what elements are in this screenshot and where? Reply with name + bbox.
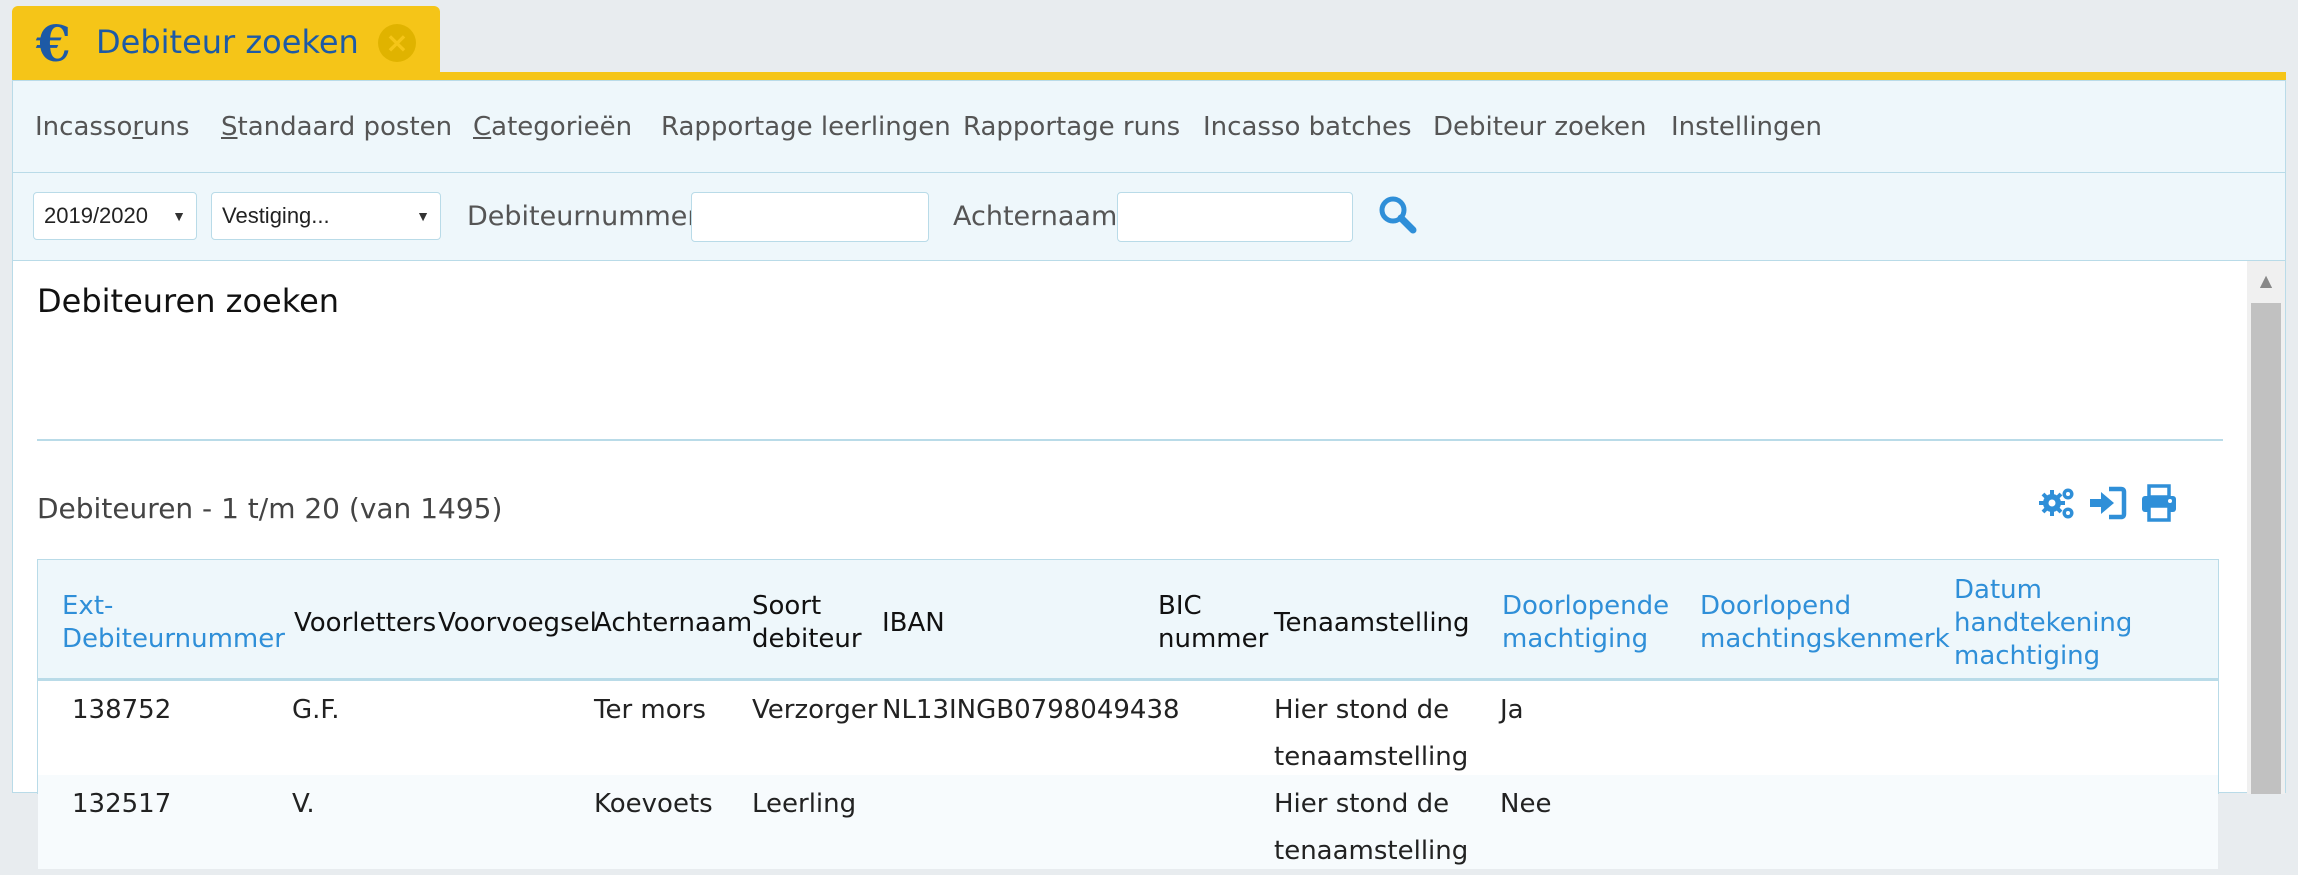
cell-soort-debiteur: Verzorger [752,695,878,725]
debtors-table: Ext- Debiteurnummer Voorletters Voorvoeg… [37,559,2219,869]
chevron-down-icon: ▼ [172,208,186,224]
scrollbar-thumb[interactable] [2251,303,2281,794]
page-title: Debiteuren zoeken [37,282,340,320]
print-icon[interactable] [2139,483,2179,523]
tab-debiteur-zoeken[interactable]: € Debiteur zoeken × [12,6,440,78]
menu-item-standaard-posten[interactable]: Standaard posten [221,109,452,145]
column-header-doorlopende-machtiging[interactable]: Doorlopende machtiging [1502,590,1669,656]
vertical-scrollbar[interactable]: ▲ [2247,261,2285,794]
menu-item-incasso-batches[interactable]: Incasso batches [1203,109,1412,145]
export-sign-in-icon[interactable] [2087,483,2127,523]
cell-iban: NL13INGB0798049438 [882,695,1180,725]
main-panel: Incassoruns Standaard posten Categorieën… [12,80,2286,869]
cell-tenaamstelling: Hier stond de tenaamstelling [1274,695,1469,772]
filter-bar: 2019/2020 ▼ Vestiging... ▼ Debiteurnumme… [13,173,2285,261]
table-row[interactable]: 132517 V. Koevoets Leerling Hier stond d… [38,775,2218,869]
tab-underline [12,72,2286,80]
settings-gear-icon[interactable] [2037,483,2077,523]
cell-ext-debiteurnummer: 138752 [72,695,172,725]
column-header-doorlopend-machtingskenmerk[interactable]: Doorlopend machtingskenmerk [1700,590,1950,656]
tab-title: Debiteur zoeken [96,23,359,61]
cell-achternaam: Ter mors [594,695,706,725]
content-area: Debiteuren zoeken Debiteuren - 1 t/m 20 … [13,261,2247,869]
result-title: Debiteuren - 1 t/m 20 (van 1495) [37,492,503,525]
cell-ext-debiteurnummer: 132517 [72,789,172,819]
menu-item-rapportage-leerlingen[interactable]: Rapportage leerlingen [661,109,951,145]
menu-item-categorieen[interactable]: Categorieën [473,109,632,145]
column-header-voorvoegsel: Voorvoegsel [438,608,597,638]
column-header-bic-nummer: BIC nummer [1158,591,1269,654]
cell-tenaamstelling: Hier stond de tenaamstelling [1274,789,1469,866]
column-header-iban: IBAN [882,608,945,638]
scroll-up-arrow-icon[interactable]: ▲ [2247,261,2285,301]
cell-voorletters: G.F. [292,695,340,725]
column-header-soort-debiteur: Soort debiteur [752,591,862,654]
debtor-number-input[interactable] [691,192,929,242]
divider [37,439,2223,441]
cell-doorlopende-machtiging: Ja [1500,695,1524,725]
column-header-ext-debiteurnummer[interactable]: Ext- Debiteurnummer [62,590,285,656]
menu-item-rapportage-runs[interactable]: Rapportage runs [963,109,1180,145]
debtor-number-label: Debiteurnummer [467,201,699,232]
cell-voorletters: V. [292,789,315,819]
cell-achternaam: Koevoets [594,789,713,819]
menu-bar: Incassoruns Standaard posten Categorieën… [13,81,2285,173]
location-select[interactable]: Vestiging... ▼ [211,192,441,240]
chevron-down-icon: ▼ [416,208,430,224]
year-select[interactable]: 2019/2020 ▼ [33,192,197,240]
cell-soort-debiteur: Leerling [752,789,857,819]
column-header-datum-handtekening-machtiging[interactable]: Datum handtekening machtiging [1954,574,2132,673]
menu-item-debiteur-zoeken[interactable]: Debiteur zoeken [1433,109,1647,145]
column-header-voorletters: Voorletters [294,608,437,638]
last-name-label: Achternaam [953,201,1118,232]
column-header-achternaam: Achternaam [594,608,753,638]
euro-icon: € [36,14,71,73]
menu-item-incassoruns[interactable]: Incassoruns [35,109,190,145]
close-icon[interactable]: × [378,24,416,62]
search-icon[interactable] [1375,193,1419,237]
menu-item-instellingen[interactable]: Instellingen [1671,109,1822,145]
last-name-input[interactable] [1117,192,1353,242]
table-row[interactable]: 138752 G.F. Ter mors Verzorger NL13INGB0… [38,681,2218,775]
column-header-tenaamstelling: Tenaamstelling [1274,608,1470,638]
cell-doorlopende-machtiging: Nee [1500,789,1552,819]
table-header: Ext- Debiteurnummer Voorletters Voorvoeg… [38,560,2218,681]
